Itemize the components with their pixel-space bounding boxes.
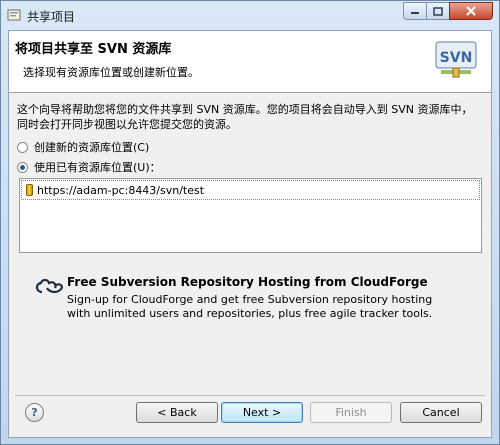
page-title: 将项目共享至 SVN 资源库 — [15, 42, 172, 57]
intro-line-1: 这个向导将帮助您将您的文件共享到 SVN 资源库。您的项目将会自动导入到 SVN… — [17, 103, 473, 116]
dialog-window: 共享项目 将项目共享至 SVN 资源库 选择现有资源库位置或创建新位置。 SVN… — [0, 0, 500, 445]
finish-button[interactable]: Finish — [310, 402, 392, 423]
repository-list[interactable]: https://adam-pc:8443/svn/test — [19, 178, 482, 253]
dialog-body: 将项目共享至 SVN 资源库 选择现有资源库位置或创建新位置。 SVN 这个向导… — [8, 30, 492, 438]
create-location-label: 创建新的资源库位置(C) — [34, 141, 150, 154]
title-bar[interactable]: 共享项目 — [1, 1, 499, 29]
minimize-icon — [411, 12, 419, 14]
cloudforge-logo-icon — [35, 278, 63, 294]
create-location-option[interactable]: 创建新的资源库位置(C) — [17, 139, 149, 155]
repository-row[interactable]: https://adam-pc:8443/svn/test — [21, 180, 480, 200]
cancel-button[interactable]: Cancel — [400, 402, 482, 423]
wizard-header: 将项目共享至 SVN 资源库 选择现有资源库位置或创建新位置。 SVN — [9, 31, 491, 93]
svn-logo-icon: SVN — [435, 41, 477, 78]
button-separator — [15, 395, 485, 396]
help-button[interactable]: ? — [25, 403, 44, 422]
maximize-button[interactable] — [426, 2, 450, 20]
help-icon: ? — [31, 406, 38, 419]
repository-url: https://adam-pc:8443/svn/test — [37, 183, 205, 197]
page-description: 选择现有资源库位置或创建新位置。 — [23, 66, 199, 79]
wizard-intro: 这个向导将帮助您将您的文件共享到 SVN 资源库。您的项目将会自动导入到 SVN… — [17, 102, 487, 132]
next-button[interactable]: Next > — [221, 402, 303, 423]
minimize-button[interactable] — [403, 2, 427, 20]
maximize-icon — [433, 6, 443, 16]
repository-icon — [26, 184, 33, 196]
cloudforge-line-1: Sign-up for CloudForge and get free Subv… — [67, 293, 433, 306]
intro-line-2: 同时会打开同步视图以允许您提交您的资源。 — [17, 118, 237, 131]
back-button[interactable]: < Back — [136, 402, 218, 423]
cloudforge-description: Sign-up for CloudForge and get free Subv… — [67, 293, 477, 321]
window-title: 共享项目 — [27, 10, 76, 24]
svn-logo-text: SVN — [440, 50, 473, 66]
cloudforge-title[interactable]: Free Subversion Repository Hosting from … — [67, 275, 428, 289]
close-icon — [466, 6, 476, 16]
cloudforge-line-2: with unlimited users and repositories, p… — [67, 307, 433, 320]
share-project-icon — [7, 9, 21, 21]
close-button[interactable] — [449, 2, 493, 20]
use-existing-label: 使用已有资源库位置(U)： — [34, 161, 161, 174]
create-location-radio[interactable] — [17, 141, 28, 153]
radio-selected-dot — [20, 164, 25, 170]
use-existing-radio[interactable] — [17, 161, 28, 173]
use-existing-option[interactable]: 使用已有资源库位置(U)： — [17, 159, 161, 175]
